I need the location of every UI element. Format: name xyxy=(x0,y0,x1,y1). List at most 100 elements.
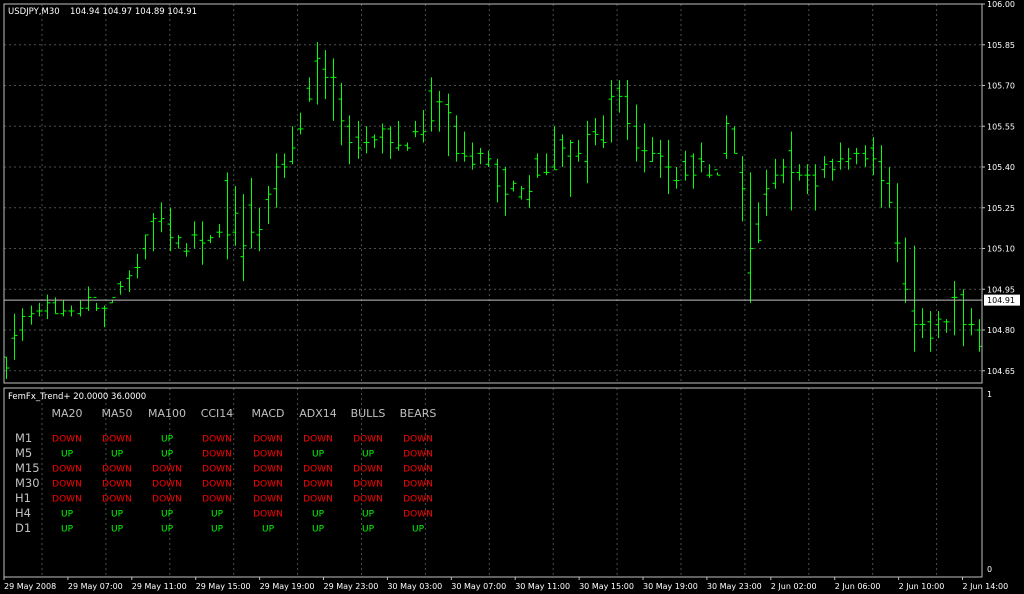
trend-signal-cell: DOWN xyxy=(152,480,182,490)
trend-signal-cell: DOWN xyxy=(403,480,433,490)
trend-signal-cell: UP xyxy=(61,450,74,460)
trend-signal-cell: UP xyxy=(211,510,224,520)
trend-signal-cell: DOWN xyxy=(253,435,283,445)
time-tick-label: 2 Jun 14:00 xyxy=(963,582,1009,591)
trend-signal-cell: DOWN xyxy=(102,465,132,475)
trend-signal-cell: DOWN xyxy=(353,435,383,445)
current-price-tag-label: 104.91 xyxy=(987,296,1015,305)
trend-signal-cell: UP xyxy=(161,435,174,445)
trend-signal-cell: DOWN xyxy=(353,480,383,490)
time-tick-label: 30 May 19:00 xyxy=(643,582,698,591)
trend-signal-cell: DOWN xyxy=(403,495,433,505)
time-tick-label: 29 May 2008 xyxy=(4,582,56,591)
price-tick-label: 105.70 xyxy=(987,82,1015,91)
time-tick-label: 30 May 11:00 xyxy=(515,582,570,591)
trend-signal-cell: DOWN xyxy=(303,480,333,490)
trend-signal-cell: DOWN xyxy=(202,465,232,475)
trend-signal-cell: UP xyxy=(61,525,74,535)
price-tick-label: 104.80 xyxy=(987,326,1015,335)
trend-signal-cell: UP xyxy=(61,510,74,520)
indicator-scale-top: 1 xyxy=(987,390,992,399)
trend-signal-cell: DOWN xyxy=(253,495,283,505)
price-tick-label: 105.10 xyxy=(987,245,1015,254)
time-tick-label: 29 May 23:00 xyxy=(324,582,379,591)
trend-signal-cell: DOWN xyxy=(52,480,82,490)
trend-signal-cell: DOWN xyxy=(353,495,383,505)
trend-signal-cell: DOWN xyxy=(102,495,132,505)
trend-signal-cell: UP xyxy=(412,525,425,535)
trend-signal-cell: DOWN xyxy=(102,480,132,490)
trend-row-timeframe: M15 xyxy=(15,461,40,475)
trend-column-header: CCI14 xyxy=(201,407,234,420)
trend-signal-cell: UP xyxy=(312,510,325,520)
indicator-name: FemFx_Trend+ 20.0000 36.0000 xyxy=(8,392,146,402)
trend-row-timeframe: M5 xyxy=(15,446,32,460)
price-tick-label: 106.00 xyxy=(987,0,1015,9)
chart-canvas[interactable]: USDJPY,M30 104.94 104.97 104.89 104.91 1… xyxy=(0,0,1024,594)
ohlc-readout: 104.94 104.97 104.89 104.91 xyxy=(70,7,197,17)
indicator-scale-bottom: 0 xyxy=(987,565,992,574)
trend-signal-cell: DOWN xyxy=(253,465,283,475)
time-tick-label: 30 May 03:00 xyxy=(387,582,442,591)
trend-signal-cell: DOWN xyxy=(52,495,82,505)
trend-signal-cell: DOWN xyxy=(102,435,132,445)
trend-signal-cell: DOWN xyxy=(303,435,333,445)
time-tick-label: 2 Jun 02:00 xyxy=(771,582,817,591)
trend-column-header: MA50 xyxy=(101,407,132,420)
trend-signal-cell: DOWN xyxy=(403,465,433,475)
trend-signal-cell: DOWN xyxy=(202,495,232,505)
trend-signal-cell: DOWN xyxy=(152,495,182,505)
trend-signal-cell: UP xyxy=(262,525,275,535)
price-tick-label: 105.40 xyxy=(987,163,1015,172)
trend-column-header: MA100 xyxy=(148,407,186,420)
trend-signal-cell: UP xyxy=(312,525,325,535)
time-tick-label: 2 Jun 06:00 xyxy=(835,582,881,591)
symbol-label: USDJPY,M30 xyxy=(8,7,60,17)
trend-signal-cell: DOWN xyxy=(253,510,283,520)
trend-signal-cell: UP xyxy=(161,450,174,460)
trend-row-timeframe: H4 xyxy=(15,506,31,520)
time-tick-label: 30 May 07:00 xyxy=(451,582,506,591)
trend-signal-cell: UP xyxy=(111,525,124,535)
price-tick-label: 104.95 xyxy=(987,285,1015,294)
trend-row-timeframe: M30 xyxy=(15,476,40,490)
trend-signal-cell: DOWN xyxy=(403,450,433,460)
trend-column-header: MACD xyxy=(252,407,285,420)
trend-signal-cell: UP xyxy=(111,510,124,520)
trend-signal-cell: DOWN xyxy=(202,480,232,490)
trend-signal-cell: UP xyxy=(362,450,375,460)
trend-signal-cell: UP xyxy=(362,510,375,520)
trend-signal-cell: DOWN xyxy=(403,510,433,520)
trend-row-timeframe: D1 xyxy=(15,521,31,535)
trend-signal-cell: DOWN xyxy=(52,435,82,445)
trend-signal-cell: DOWN xyxy=(202,435,232,445)
trend-signal-cell: DOWN xyxy=(52,465,82,475)
trend-signal-cell: DOWN xyxy=(152,465,182,475)
trend-column-header: MA20 xyxy=(51,407,82,420)
trend-signal-cell: DOWN xyxy=(303,465,333,475)
time-tick-label: 29 May 11:00 xyxy=(132,582,187,591)
trend-column-header: BULLS xyxy=(351,407,386,420)
price-tick-label: 105.25 xyxy=(987,204,1015,213)
chart-background xyxy=(0,0,1024,594)
trend-signal-cell: UP xyxy=(111,450,124,460)
trend-signal-cell: UP xyxy=(312,450,325,460)
metatrader-chart-window[interactable]: USDJPY,M30 104.94 104.97 104.89 104.91 1… xyxy=(0,0,1024,594)
time-tick-label: 30 May 15:00 xyxy=(579,582,634,591)
trend-signal-cell: DOWN xyxy=(202,450,232,460)
time-tick-label: 30 May 23:00 xyxy=(707,582,762,591)
trend-signal-cell: DOWN xyxy=(403,435,433,445)
trend-column-header: ADX14 xyxy=(299,407,337,420)
trend-signal-cell: UP xyxy=(161,525,174,535)
trend-signal-cell: UP xyxy=(211,525,224,535)
trend-signal-cell: DOWN xyxy=(353,465,383,475)
price-tick-label: 104.65 xyxy=(987,367,1015,376)
trend-signal-cell: DOWN xyxy=(303,495,333,505)
time-tick-label: 29 May 15:00 xyxy=(196,582,251,591)
trend-row-timeframe: H1 xyxy=(15,491,31,505)
price-tick-label: 105.85 xyxy=(987,41,1015,50)
trend-signal-cell: DOWN xyxy=(253,480,283,490)
trend-signal-cell: UP xyxy=(161,510,174,520)
trend-signal-cell: DOWN xyxy=(253,450,283,460)
price-tick-label: 105.55 xyxy=(987,122,1015,131)
